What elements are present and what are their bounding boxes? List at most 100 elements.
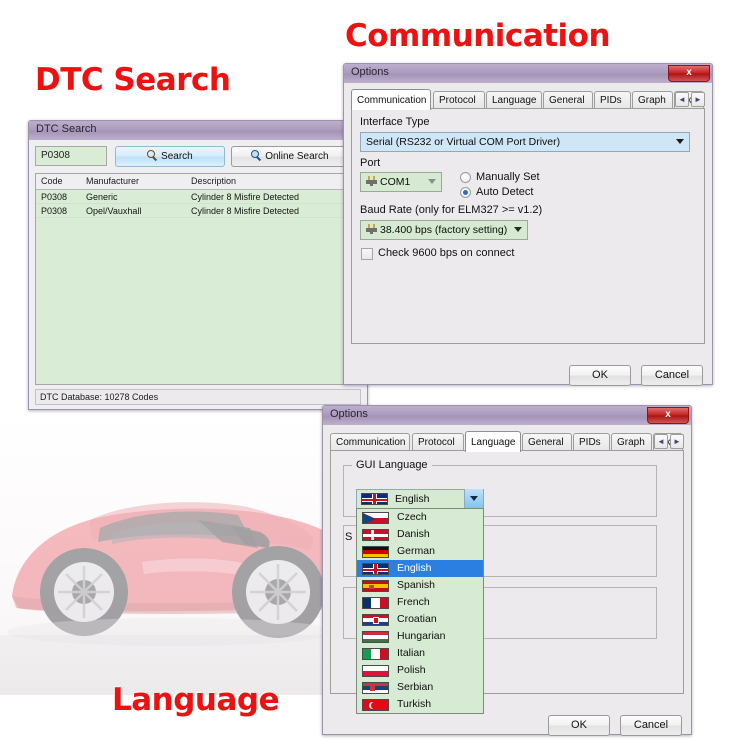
ok-button[interactable]: OK	[548, 715, 610, 736]
magnifier-icon	[147, 150, 158, 161]
list-item-croatian[interactable]: Croatian	[357, 611, 483, 628]
options-tabstrip-2: Communication Protocol Language General …	[330, 431, 684, 452]
plug-icon	[366, 176, 378, 186]
tab-communication[interactable]: Communication	[330, 433, 410, 451]
close-icon[interactable]: x	[647, 407, 689, 424]
list-item-danish[interactable]: Danish	[357, 526, 483, 543]
baud-rate-label: Baud Rate (only for ELM327 >= v1.2)	[360, 204, 543, 216]
heading-language: Language	[112, 682, 280, 718]
table-row[interactable]: P0308 Generic Cylinder 8 Misfire Detecte…	[36, 190, 360, 204]
dtc-search-title: DTC Search	[36, 123, 97, 135]
tab-protocol[interactable]: Protocol	[412, 433, 464, 451]
dtc-search-window: DTC Search P0308 Search Online Search Co…	[28, 120, 368, 410]
tab-general[interactable]: General	[522, 433, 572, 451]
dtc-search-titlebar: DTC Search	[29, 121, 367, 141]
tab-prev-icon[interactable]: ◄	[654, 434, 668, 449]
list-item-label: Spanish	[397, 579, 435, 591]
tab-language[interactable]: Language	[465, 431, 521, 452]
tab-next-icon[interactable]: ►	[691, 92, 705, 107]
online-search-button[interactable]: Online Search	[231, 146, 349, 167]
dtc-results-grid[interactable]: Code Manufacturer Description P0308 Gene…	[35, 173, 361, 385]
gui-language-value: English	[395, 493, 430, 505]
flag-gb-icon	[361, 493, 388, 505]
list-item-german[interactable]: German	[357, 543, 483, 560]
options-body-2: Communication Protocol Language General …	[323, 425, 691, 736]
chevron-down-icon	[470, 496, 478, 501]
interface-type-combo[interactable]: Serial (RS232 or Virtual COM Port Driver…	[360, 132, 690, 152]
tab-communication[interactable]: Communication	[351, 89, 431, 110]
list-item-label: Italian	[397, 647, 426, 659]
radio-auto-detect[interactable]: Auto Detect	[460, 186, 533, 199]
tab-graph[interactable]: Graph	[611, 433, 652, 451]
cell-code: P0308	[41, 206, 68, 216]
close-icon[interactable]: x	[668, 65, 710, 82]
list-item-label: Croatian	[397, 613, 437, 625]
list-item-english[interactable]: English	[357, 560, 483, 577]
cell-description: Cylinder 8 Misfire Detected	[191, 206, 300, 216]
options-dialog-communication: Options x Communication Protocol Languag…	[343, 63, 713, 386]
list-item-turkish[interactable]: Turkish	[357, 696, 483, 713]
column-header-manufacturer: Manufacturer	[86, 176, 140, 186]
options-title-1: Options	[351, 66, 389, 78]
chevron-down-icon	[676, 139, 684, 144]
screenshot-canvas: DTC Search Communication Language DTC Se…	[0, 0, 750, 750]
tab-pids[interactable]: PIDs	[594, 91, 631, 109]
tab-graph[interactable]: Graph	[632, 91, 673, 109]
search-button-label: Search	[161, 151, 193, 162]
tab-general[interactable]: General	[543, 91, 593, 109]
dtc-status-text: DTC Database: 10278 Codes	[40, 392, 159, 402]
list-item-label: French	[397, 596, 430, 608]
checkbox-check-9600[interactable]: Check 9600 bps on connect	[361, 247, 514, 260]
dtc-code-input[interactable]: P0308	[35, 146, 107, 166]
port-label: Port	[360, 157, 381, 169]
interface-type-label: Interface Type	[360, 116, 430, 128]
plug-icon	[366, 224, 378, 234]
list-item-spanish[interactable]: Spanish	[357, 577, 483, 594]
list-item-label: Hungarian	[397, 630, 446, 642]
ok-button[interactable]: OK	[569, 365, 631, 386]
dtc-search-body: P0308 Search Online Search Code Manufact…	[29, 140, 367, 409]
sports-car-illustration	[7, 502, 345, 646]
options-body-1: Communication Protocol Language General …	[344, 83, 712, 386]
language-dropdown-list[interactable]: Czech Danish German English Spanish Fren…	[356, 508, 484, 714]
options-tabstrip-1: Communication Protocol Language General …	[351, 89, 705, 110]
list-item-polish[interactable]: Polish	[357, 662, 483, 679]
list-item-italian[interactable]: Italian	[357, 645, 483, 662]
online-search-button-label: Online Search	[265, 151, 329, 162]
flag-fr-icon	[362, 597, 389, 609]
cell-description: Cylinder 8 Misfire Detected	[191, 192, 300, 202]
gui-language-label: GUI Language	[352, 459, 432, 471]
list-item-label: German	[397, 545, 435, 557]
list-item-label: Polish	[397, 664, 426, 676]
search-button[interactable]: Search	[115, 146, 225, 167]
baud-rate-combo[interactable]: 38.400 bps (factory setting)	[360, 220, 528, 240]
cell-manufacturer: Opel/Vauxhall	[86, 206, 142, 216]
flag-tr-icon	[362, 699, 389, 711]
list-item-label: Serbian	[397, 681, 434, 693]
tab-protocol[interactable]: Protocol	[433, 91, 485, 109]
cancel-button[interactable]: Cancel	[620, 715, 682, 736]
flag-hr-icon	[362, 614, 389, 626]
interface-type-value: Serial (RS232 or Virtual COM Port Driver…	[366, 136, 561, 148]
tab-next-icon[interactable]: ►	[670, 434, 684, 449]
column-header-code: Code	[41, 176, 63, 186]
tab-prev-icon[interactable]: ◄	[675, 92, 689, 107]
table-row[interactable]: P0308 Opel/Vauxhall Cylinder 8 Misfire D…	[36, 204, 360, 218]
chevron-down-icon	[428, 179, 436, 184]
cancel-button[interactable]: Cancel	[641, 365, 703, 386]
tab-pids[interactable]: PIDs	[573, 433, 610, 451]
list-item-hungarian[interactable]: Hungarian	[357, 628, 483, 645]
car-background-image	[0, 410, 345, 695]
gui-language-combo[interactable]: English	[356, 489, 484, 509]
options-dialog-language: Options x Communication Protocol Languag…	[322, 405, 692, 736]
radio-manually-set[interactable]: Manually Set	[460, 171, 540, 184]
dtc-search-toolbar: P0308 Search Online Search	[35, 146, 361, 168]
port-combo[interactable]: COM1	[360, 172, 442, 192]
list-item-serbian[interactable]: Serbian	[357, 679, 483, 696]
port-value: COM1	[380, 176, 411, 188]
list-item-czech[interactable]: Czech	[357, 509, 483, 526]
list-item-french[interactable]: French	[357, 594, 483, 611]
dtc-status-bar: DTC Database: 10278 Codes	[35, 389, 361, 405]
flag-de-icon	[362, 546, 389, 558]
tab-language[interactable]: Language	[486, 91, 542, 109]
